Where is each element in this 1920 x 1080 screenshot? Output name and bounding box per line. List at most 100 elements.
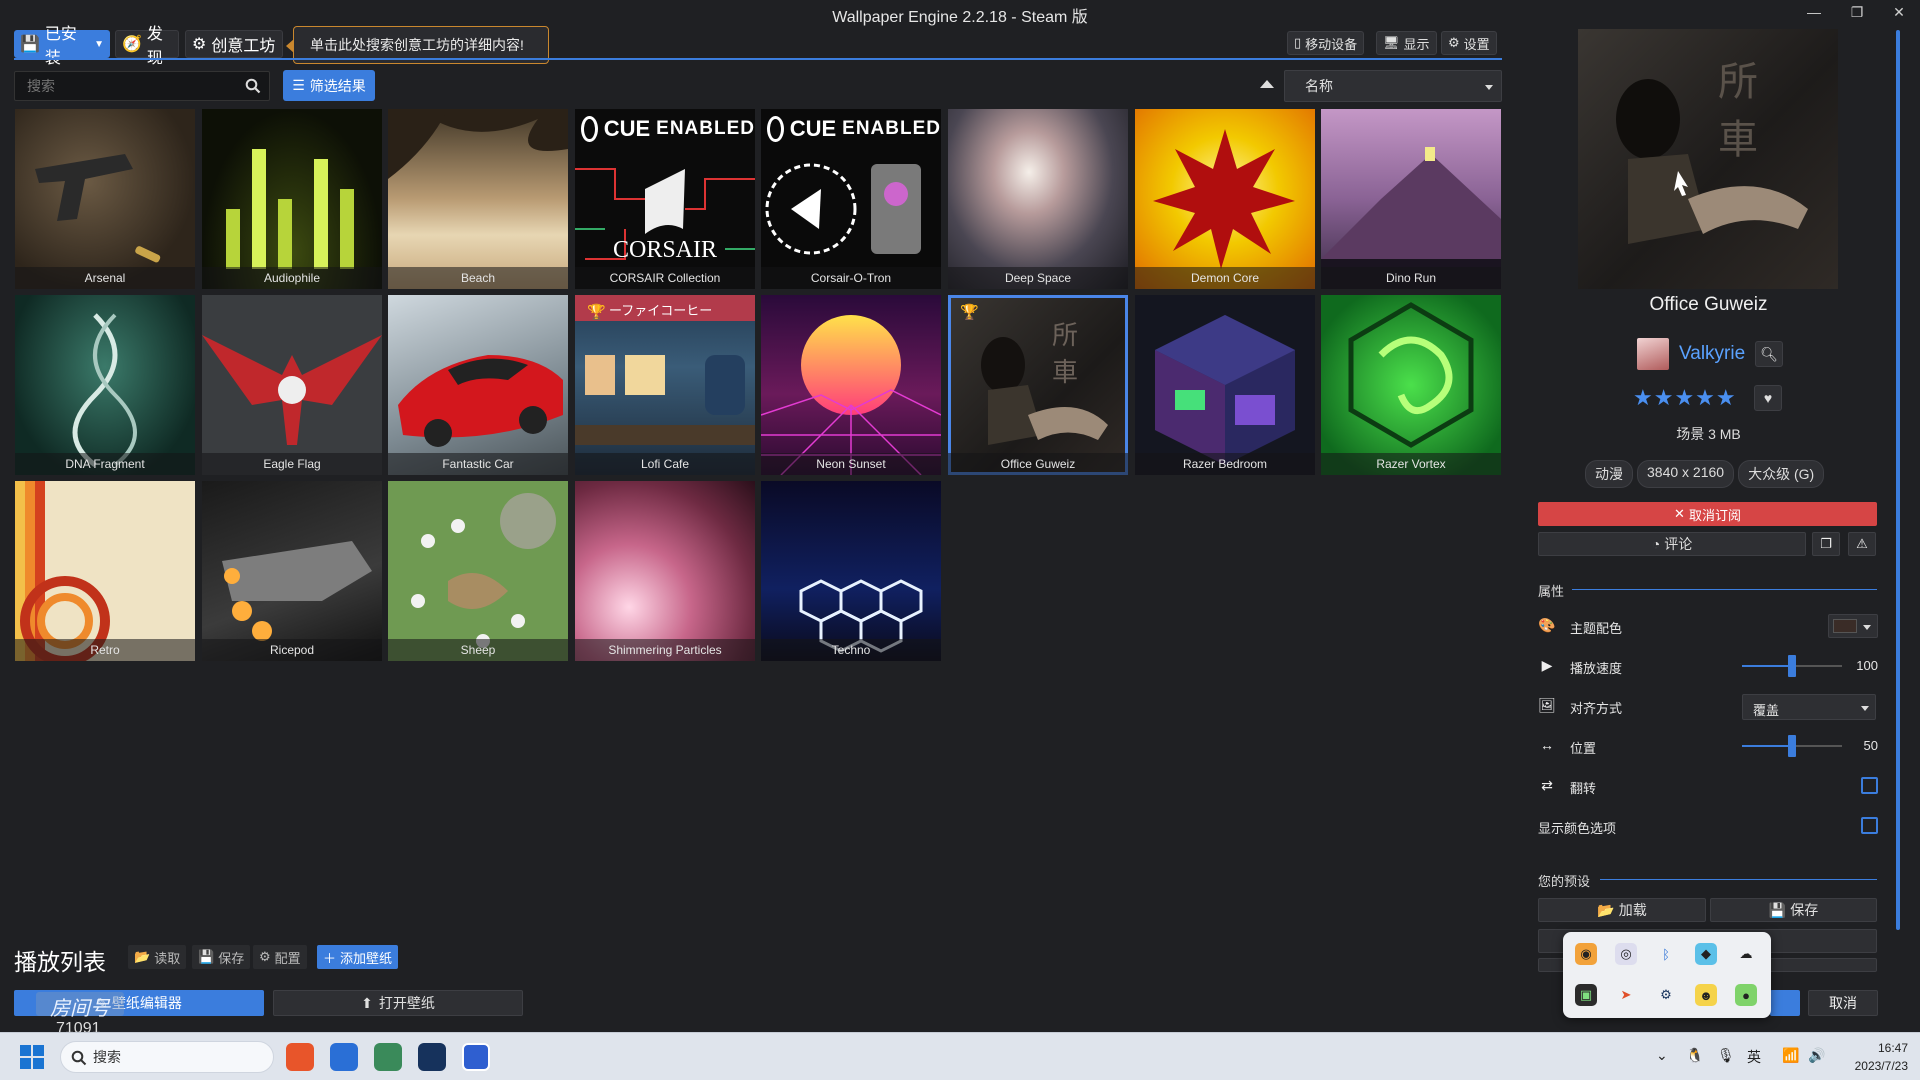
tag-badge[interactable]: 3840 x 2160 (1637, 460, 1735, 488)
tag-list: 动漫 3840 x 2160 大众级 (G) (1585, 460, 1825, 488)
wallpaper-tile[interactable]: Razer Bedroom (1135, 295, 1315, 475)
taskbar-app-icon[interactable] (286, 1043, 314, 1071)
share-button[interactable]: ❐ (1812, 532, 1840, 556)
chevron-down-icon (1863, 625, 1871, 630)
position-slider[interactable] (1742, 735, 1842, 757)
windows-start-icon[interactable] (20, 1045, 44, 1069)
avatar[interactable] (1637, 338, 1669, 370)
tray-app-icon[interactable]: ● (1735, 984, 1757, 1006)
theme-color-picker[interactable] (1828, 614, 1878, 638)
tray-app-icon[interactable]: ◎ (1615, 943, 1637, 965)
steam-taskbar-icon[interactable] (418, 1043, 446, 1071)
wallpaper-tile[interactable]: Beach (388, 109, 568, 289)
ok-button[interactable] (1770, 990, 1800, 1016)
tag-badge[interactable]: 大众级 (G) (1738, 460, 1825, 488)
wallpaper-tile[interactable]: Demon Core (1135, 109, 1315, 289)
color-options-checkbox[interactable] (1861, 817, 1878, 834)
cancel-button[interactable]: 取消 (1808, 990, 1878, 1016)
wallpaper-tile[interactable]: Razer Vortex (1321, 295, 1501, 475)
clock[interactable]: 16:47 2023/7/23 (1855, 1039, 1908, 1075)
close-icon[interactable]: ✕ (1880, 0, 1918, 26)
add-wallpaper-button[interactable]: ＋添加壁纸 (317, 945, 399, 969)
settings-button[interactable]: ⚙ 设置 (1441, 31, 1497, 55)
eagle-image (202, 335, 382, 445)
wallpaper-tile[interactable]: CUE ENABLED Corsair-O-Tron (761, 109, 941, 289)
wallpaper-tile[interactable]: Deep Space (948, 109, 1128, 289)
close-icon: ✕ (1674, 506, 1685, 521)
playlist-save-button[interactable]: 💾 保存 (192, 945, 251, 969)
volume-icon[interactable]: 🔊 (1808, 1047, 1825, 1064)
wifi-icon[interactable]: 📶 (1782, 1047, 1799, 1064)
display-button[interactable]: 🖥 显示 (1376, 31, 1437, 55)
open-wallpaper-button[interactable]: ⬆ 打开壁纸 (273, 990, 523, 1016)
ime-indicator[interactable]: 英 (1747, 1047, 1761, 1067)
taskbar-app-icon[interactable] (374, 1043, 402, 1071)
playback-speed-slider[interactable] (1742, 655, 1842, 677)
steam-icon: ⚙ (192, 36, 207, 53)
wallpaper-engine-taskbar-icon[interactable] (462, 1043, 490, 1071)
steam-icon[interactable]: ⚙ (1655, 984, 1677, 1006)
search-author-button[interactable]: 🔍︎ (1755, 341, 1784, 367)
tray-app-icon[interactable]: ➤ (1615, 984, 1637, 1006)
wallpaper-tile[interactable]: Audiophile (202, 109, 382, 289)
slider-handle[interactable] (1788, 735, 1796, 757)
wallpaper-tile[interactable]: Techno (761, 481, 941, 661)
prop-theme-color: 🎨 主题配色 (1538, 614, 1878, 638)
wallpaper-tile[interactable]: Sheep (388, 481, 568, 661)
alignment-select[interactable]: 覆盖 (1742, 694, 1876, 720)
play-icon: ▶ (1541, 657, 1553, 673)
gear-icon: ⚙ (1448, 35, 1460, 50)
wallpaper-tile[interactable]: Arsenal (15, 109, 195, 289)
tag-badge[interactable]: 动漫 (1585, 460, 1633, 488)
wallpaper-tile[interactable]: Dino Run (1321, 109, 1501, 289)
tab-workshop[interactable]: ⚙ 创意工坊 (185, 30, 283, 58)
flip-checkbox[interactable] (1861, 777, 1878, 794)
tray-app-icon[interactable]: ◆ (1695, 943, 1717, 965)
wallpaper-tile[interactable]: Eagle Flag (202, 295, 382, 475)
wallpaper-title: Office Guweiz (1649, 294, 1768, 315)
wallpaper-engine-window: Wallpaper Engine 2.2.18 - Steam 版 — ❐ ✕ … (0, 0, 1920, 1037)
maximize-icon[interactable]: ❐ (1838, 0, 1876, 26)
playlist-config-button[interactable]: ⚙ 配置 (253, 945, 307, 969)
unsubscribe-button[interactable]: ✕ 取消订阅 (1538, 502, 1877, 526)
wallpaper-tile[interactable]: Fantastic Car (388, 295, 568, 475)
wallpaper-tile[interactable]: ーファイコーヒー 🏆 Lofi Cafe (575, 295, 755, 475)
search-input[interactable] (15, 72, 269, 100)
search-icon[interactable] (245, 78, 261, 94)
corsair-logo-text: CORSAIR (612, 237, 718, 263)
cloud-off-icon[interactable]: ☁ (1735, 943, 1757, 965)
chevron-up-icon[interactable]: ⌄ (1656, 1047, 1668, 1064)
filter-results-button[interactable]: ☰ 筛选结果 (283, 70, 375, 101)
preset-save-button[interactable]: 💾 保存 (1710, 898, 1877, 922)
wallpaper-tile-selected[interactable]: 所 車 🏆 Office Guweiz (948, 295, 1128, 475)
taskbar-app-icon[interactable] (330, 1043, 358, 1071)
sort-direction-icon[interactable] (1260, 80, 1274, 88)
bluetooth-icon[interactable]: ᛒ (1655, 943, 1677, 965)
nvidia-icon[interactable]: ▣ (1575, 984, 1597, 1006)
tile-caption: Demon Core (1135, 267, 1315, 289)
minimize-icon[interactable]: — (1795, 0, 1833, 26)
author-link[interactable]: Valkyrie (1679, 343, 1745, 365)
taskbar-search[interactable]: 搜索 (60, 1041, 274, 1073)
wallpaper-tile[interactable]: Retro (15, 481, 195, 661)
slider-handle[interactable] (1788, 655, 1796, 677)
report-button[interactable]: ⚠ (1848, 532, 1876, 556)
neon-sunset-image (761, 315, 941, 475)
tab-installed[interactable]: 💾 已安装 ▼ (14, 26, 110, 67)
microphone-icon[interactable]: 🎙 (1717, 1047, 1735, 1064)
wallpaper-tile[interactable]: CUE ENABLED CORSAIR CORSAIR Collection (575, 109, 755, 289)
favorite-button[interactable]: ♥ (1754, 385, 1782, 411)
wallpaper-tile[interactable]: DNA Fragment (15, 295, 195, 475)
sort-select[interactable]: 名称 (1284, 70, 1502, 102)
tab-discover[interactable]: 🧭 发现 (115, 26, 179, 67)
wallpaper-tile[interactable]: Ricepod (202, 481, 382, 661)
tray-app-icon[interactable]: ☻ (1695, 984, 1717, 1006)
wallpaper-tile[interactable]: Neon Sunset (761, 295, 941, 475)
scrollbar[interactable] (1896, 30, 1900, 930)
mobile-device-button[interactable]: ▯ 移动设备 (1287, 31, 1365, 55)
tray-app-icon[interactable]: ◉ (1575, 943, 1597, 965)
comment-button[interactable]: ◔ 评论 (1538, 532, 1806, 556)
qq-icon[interactable]: 🐧 (1686, 1047, 1703, 1064)
preset-load-button[interactable]: 📂 加载 (1538, 898, 1706, 922)
wallpaper-tile[interactable]: Shimmering Particles (575, 481, 755, 661)
